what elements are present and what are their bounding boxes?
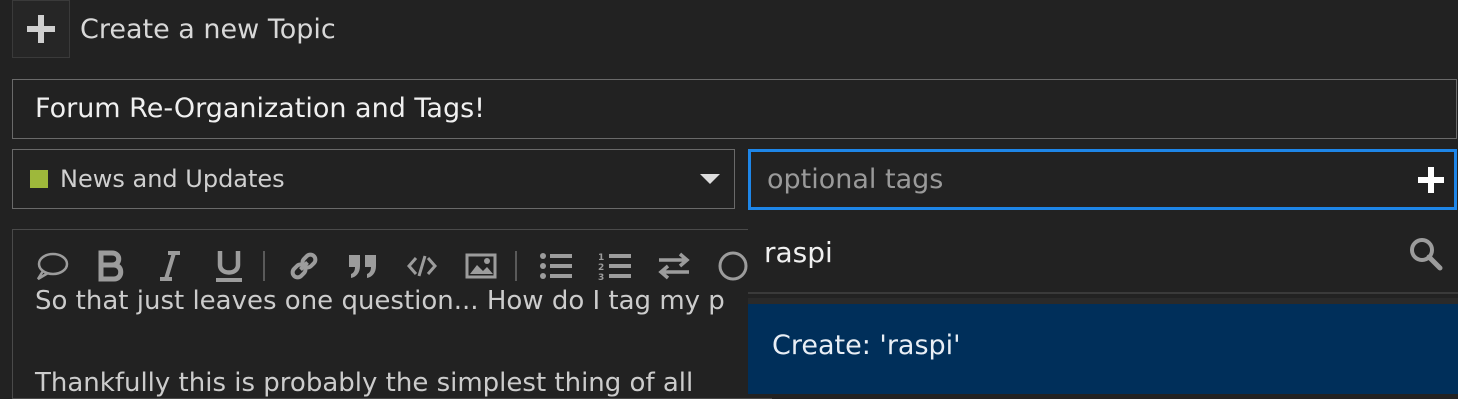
underline-icon[interactable] <box>210 247 247 285</box>
add-tag-button[interactable] <box>1416 165 1446 195</box>
code-icon[interactable] <box>403 247 440 285</box>
plus-icon <box>1418 166 1444 193</box>
editor-text-line: Thankfully this is probably the simplest… <box>35 368 694 398</box>
blockquote-icon[interactable] <box>344 247 381 285</box>
category-label: News and Updates <box>60 165 285 193</box>
plus-icon <box>27 15 55 43</box>
bold-icon[interactable] <box>92 247 129 285</box>
speech-bubble-icon[interactable] <box>33 247 70 285</box>
image-icon[interactable] <box>462 247 499 285</box>
tags-input[interactable]: optional tags <box>748 149 1457 210</box>
tag-search-value: raspi <box>764 236 833 269</box>
category-color-swatch <box>30 170 48 188</box>
tag-dropdown: raspi Create: 'raspi' <box>748 214 1458 394</box>
editor-text-line: So that just leaves one question... How … <box>35 286 725 316</box>
svg-text:1: 1 <box>598 253 604 263</box>
search-icon <box>1410 238 1443 271</box>
link-icon[interactable] <box>285 247 322 285</box>
emoji-icon[interactable] <box>714 247 751 285</box>
new-topic-button[interactable] <box>12 0 70 58</box>
italic-icon[interactable] <box>151 247 188 285</box>
bullet-list-icon[interactable] <box>537 247 574 285</box>
create-tag-label: Create: 'raspi' <box>772 330 961 361</box>
tags-placeholder: optional tags <box>767 164 944 195</box>
topic-title-input[interactable]: Forum Re-Organization and Tags! <box>12 79 1457 139</box>
numbered-list-icon[interactable]: 123 <box>596 247 633 285</box>
toolbar-divider <box>263 251 266 281</box>
page-title: Create a new Topic <box>80 14 336 45</box>
editor[interactable]: 123 So that just leaves one question... … <box>12 229 772 399</box>
category-select[interactable]: News and Updates <box>12 149 735 209</box>
chevron-down-icon <box>700 174 720 184</box>
toolbar-divider <box>515 251 518 281</box>
swap-icon[interactable] <box>655 247 692 285</box>
create-tag-option[interactable]: Create: 'raspi' <box>748 304 1458 394</box>
tag-search-input[interactable]: raspi <box>748 214 1458 294</box>
svg-text:3: 3 <box>598 273 604 281</box>
svg-text:2: 2 <box>598 263 604 273</box>
